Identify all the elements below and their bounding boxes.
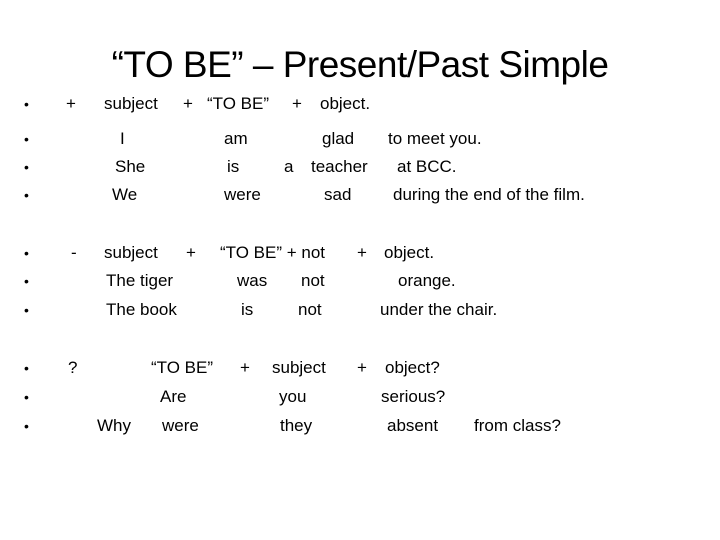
row-8-text: + <box>357 358 367 377</box>
row-5-text: - <box>71 243 77 262</box>
row-1-text: subject <box>104 94 158 113</box>
row-6-text: orange. <box>398 271 456 290</box>
row-8-text: ? <box>68 358 78 377</box>
row-3-text: teacher <box>311 157 368 176</box>
row-6-text: The tiger <box>106 271 174 290</box>
row-2-text: to meet you. <box>388 129 482 148</box>
row-8-text: “TO BE” <box>151 358 214 377</box>
row-1-text: object. <box>320 94 371 113</box>
row-1-text: “TO BE” <box>207 94 270 113</box>
row-5-text: + <box>357 243 367 262</box>
row-4-text: were <box>224 185 261 204</box>
row-8-text: + <box>240 358 250 377</box>
row-5-text: object. <box>384 243 435 262</box>
slide-title: “TO BE” – Present/Past Simple <box>111 44 609 85</box>
row-7-text: is <box>241 300 254 319</box>
slide: “TO BE” – Present/Past Simple • + subject +… <box>0 0 720 540</box>
row-3-text: at BCC. <box>397 157 457 176</box>
row-9-text: serious? <box>381 387 446 406</box>
row-1-text: + <box>183 94 193 113</box>
row-10-text: Why <box>97 416 131 435</box>
bullet-icon: • <box>24 418 29 434</box>
row-9-text: Are <box>160 387 187 406</box>
row-5-text: subject <box>104 243 158 262</box>
row-4-text: We <box>112 185 138 204</box>
row-7-text: under the chair. <box>380 300 498 319</box>
row-2-text: am <box>224 129 248 148</box>
row-9-text: you <box>279 387 307 406</box>
row-4-text: during the end of the film. <box>393 185 585 204</box>
row-7-text: not <box>298 300 322 319</box>
row-2-text: glad <box>322 129 355 148</box>
row-1-text: + <box>66 94 76 113</box>
row-8-text: object? <box>385 358 440 377</box>
row-10-text: they <box>280 416 313 435</box>
row-10-text: from class? <box>474 416 561 435</box>
row-4-text: sad <box>324 185 352 204</box>
row-5-text: “TO BE” + not <box>220 243 326 262</box>
row-10-text: were <box>162 416 199 435</box>
row-2-text: I <box>120 129 125 148</box>
bullet-icon: • <box>24 245 29 261</box>
row-8-text: subject <box>272 358 326 377</box>
bullet-icon: • <box>24 159 29 175</box>
row-6-text: not <box>301 271 325 290</box>
bullet-icon: • <box>24 131 29 147</box>
row-1-text: + <box>292 94 302 113</box>
bullet-icon: • <box>24 96 29 112</box>
row-5-text: + <box>186 243 196 262</box>
row-6-text: was <box>237 271 268 290</box>
row-3-text: is <box>227 157 240 176</box>
bullet-icon: • <box>24 389 29 405</box>
bullet-icon: • <box>24 273 29 289</box>
row-7-text: The book <box>106 300 177 319</box>
row-10-text: absent <box>387 416 439 435</box>
row-3-text: a <box>284 157 294 176</box>
bullet-icon: • <box>24 360 29 376</box>
bullet-icon: • <box>24 187 29 203</box>
bullet-icon: • <box>24 302 29 318</box>
row-3-text: She <box>115 157 146 176</box>
